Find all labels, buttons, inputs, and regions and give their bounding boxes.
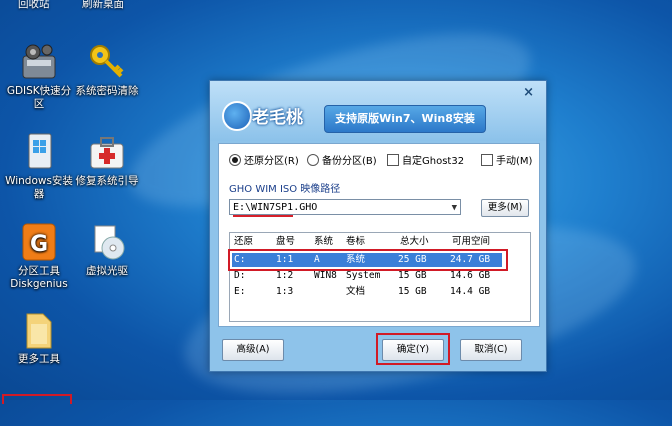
option-manual[interactable]: 手动(M) — [481, 152, 532, 167]
desktop-icon-label: 虚拟光驱 — [86, 265, 128, 277]
cell: 15 GB — [398, 286, 427, 297]
cancel-button[interactable]: 取消(C) — [460, 339, 522, 361]
svg-text:G: G — [30, 232, 48, 257]
desktop-icon-gdisk[interactable]: GDISK快速分区 — [4, 42, 74, 111]
checkbox-custom-ghost[interactable] — [387, 153, 399, 166]
desktop-icon-virtual-drive[interactable]: 虚拟光驱 — [72, 222, 142, 278]
option-restore[interactable]: 还原分区(R) — [229, 152, 299, 167]
advanced-button[interactable]: 高级(A) — [222, 339, 284, 361]
cell: 1:3 — [276, 286, 294, 297]
recycle-bin-label[interactable]: 回收站 — [18, 0, 50, 11]
selection-highlight — [2, 394, 72, 404]
option-label: 还原分区(R) — [244, 156, 299, 167]
path-underline — [233, 215, 293, 217]
image-path-value: E:\WIN7SP1.GHO — [233, 202, 318, 213]
desktop-icon-windows-installer[interactable]: Windows安装器 — [4, 132, 74, 201]
table-row[interactable]: E: 1:3 文档 15 GB 14.4 GB — [232, 285, 502, 299]
radio-restore[interactable] — [229, 153, 241, 166]
main-panel: 还原分区(R) 备份分区(B) 自定Ghost32 手动(M) GHO WIM … — [218, 143, 540, 327]
option-custom-ghost[interactable]: 自定Ghost32 — [387, 152, 464, 167]
cell: 1:2 — [276, 270, 294, 281]
diskgenius-icon: G — [19, 222, 59, 262]
ghost-restore-dialog: × 老毛桃 支持原版Win7、Win8安装 还原分区(R) 备份分区(B) 自定… — [209, 80, 547, 372]
support-banner: 支持原版Win7、Win8安装 — [324, 105, 486, 133]
desktop-icon-password-clear[interactable]: 系统密码清除 — [72, 42, 142, 98]
cell: 15 GB — [398, 270, 427, 281]
desktop-icon-label: GDISK快速分区 — [6, 85, 72, 110]
image-path-label: GHO WIM ISO 映像路径 — [229, 184, 341, 195]
partition-table: 还原 盘号 系统 卷标 总大小 可用空间 C: 1:1 A 系统 25 GB 2… — [228, 232, 531, 322]
logo-mark-icon — [222, 101, 252, 131]
option-label: 手动(M) — [496, 156, 533, 167]
more-button[interactable]: 更多(M) — [481, 199, 529, 217]
desktop-icon-label: 更多工具 — [18, 353, 60, 365]
cell: E: — [234, 286, 246, 297]
laomaotao-logo: 老毛桃 — [220, 99, 315, 131]
close-button[interactable]: × — [523, 85, 534, 100]
ok-button-highlight — [376, 333, 450, 365]
desktop-icon-repair-boot[interactable]: 修复系统引导 — [72, 132, 142, 188]
gdisk-icon — [19, 42, 59, 82]
column-header: 盘号 — [276, 236, 296, 247]
logo-text: 老毛桃 — [252, 108, 303, 128]
virtual-disc-icon — [87, 222, 127, 262]
desktop-icon-label: 分区工具Diskgenius — [10, 265, 68, 290]
column-header: 卷标 — [346, 236, 366, 247]
chevron-down-icon[interactable]: ▼ — [452, 200, 457, 216]
cell: WIN8 — [314, 270, 337, 281]
repair-kit-icon — [87, 132, 127, 172]
cell: System — [346, 270, 381, 281]
cell: 14.4 GB — [450, 286, 491, 297]
option-backup[interactable]: 备份分区(B) — [307, 152, 377, 167]
cell: D: — [234, 270, 246, 281]
radio-backup[interactable] — [307, 153, 319, 166]
table-header: 还原 盘号 系统 卷标 总大小 可用空间 — [230, 235, 530, 249]
desktop-icon-label: 系统密码清除 — [75, 85, 139, 97]
column-header: 可用空间 — [452, 236, 491, 247]
checkbox-manual[interactable] — [481, 153, 493, 166]
column-header: 系统 — [314, 236, 334, 247]
desktop-icon-label: Windows安装器 — [5, 175, 73, 200]
selected-row-highlight — [228, 249, 508, 271]
windows-installer-icon — [19, 132, 59, 172]
image-path-select[interactable]: E:\WIN7SP1.GHO ▼ — [229, 199, 461, 215]
column-header: 还原 — [234, 236, 254, 247]
cell: 文档 — [346, 286, 366, 297]
dialog-titlebar: × 老毛桃 支持原版Win7、Win8安装 — [210, 81, 546, 141]
desktop-icon-label: 修复系统引导 — [75, 175, 139, 187]
option-label: 自定Ghost32 — [402, 156, 465, 167]
desktop-icon-more-tools[interactable]: 更多工具 — [4, 310, 74, 366]
table-row[interactable]: D: 1:2 WIN8 System 15 GB 14.6 GB — [232, 269, 502, 283]
refresh-desktop-label[interactable]: 刷新桌面 — [82, 0, 124, 11]
folder-icon — [19, 310, 59, 350]
column-header: 总大小 — [400, 236, 429, 247]
cell: 14.6 GB — [450, 270, 491, 281]
option-label: 备份分区(B) — [322, 156, 377, 167]
key-icon — [87, 42, 127, 82]
desktop-icon-diskgenius[interactable]: G 分区工具Diskgenius — [4, 222, 74, 291]
